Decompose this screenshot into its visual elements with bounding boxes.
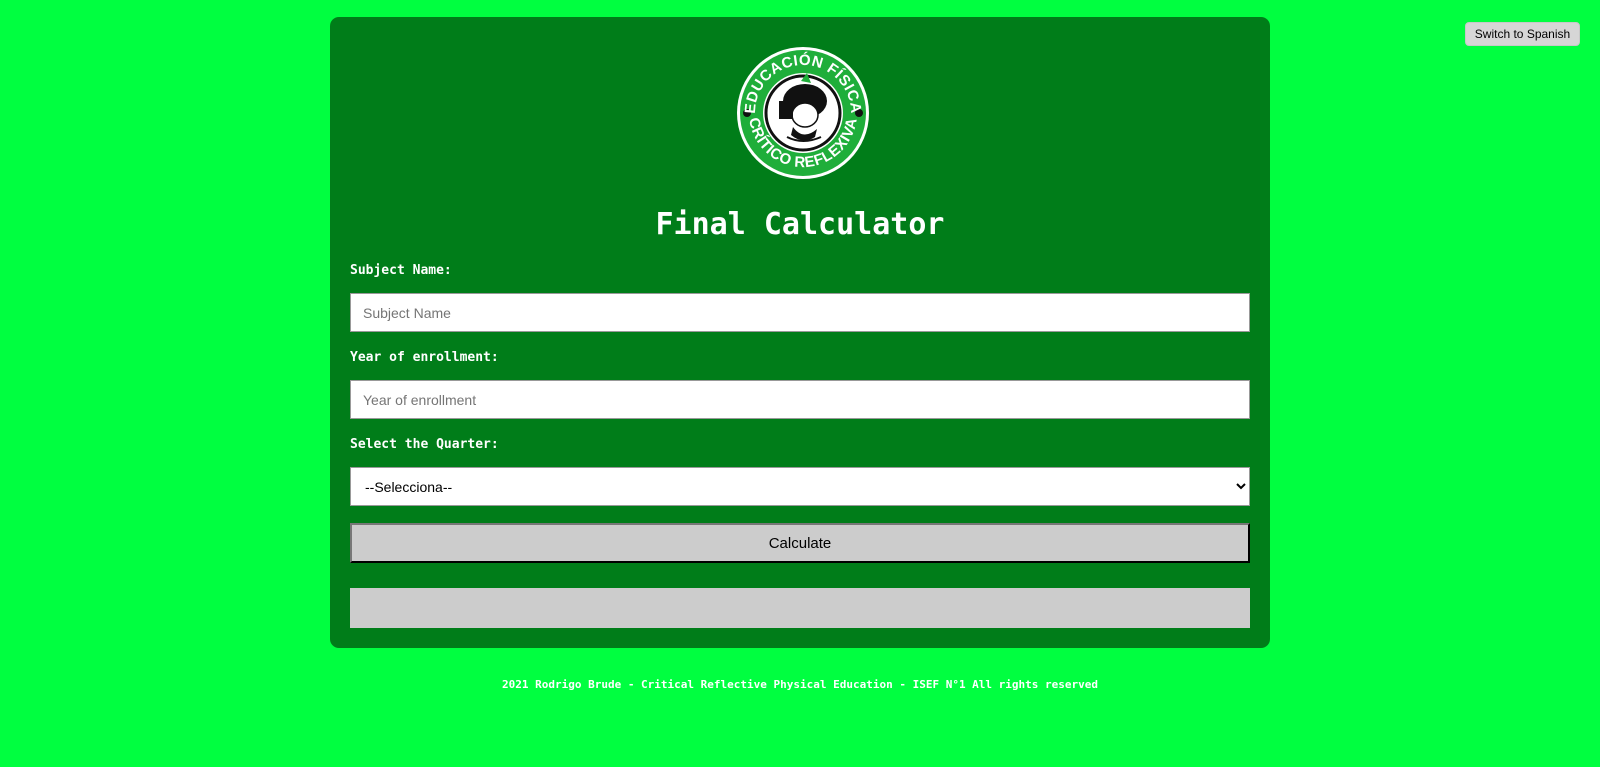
logo: EDUCACIÓN FÍSICA CRÍTICO REFLEXIVA — [735, 45, 871, 181]
year-of-enrollment-label: Year of enrollment: — [350, 350, 499, 365]
select-quarter-label: Select the Quarter: — [350, 437, 499, 452]
switch-language-button[interactable]: Switch to Spanish — [1465, 22, 1580, 46]
result-box — [350, 588, 1250, 628]
logo-emblem-icon: EDUCACIÓN FÍSICA CRÍTICO REFLEXIVA — [737, 47, 869, 179]
footer-text: 2021 Rodrigo Brude - Critical Reflective… — [501, 678, 1099, 691]
subject-name-label: Subject Name: — [350, 263, 452, 278]
subject-name-input[interactable] — [350, 293, 1250, 332]
year-of-enrollment-input[interactable] — [350, 380, 1250, 419]
quarter-select[interactable]: --Selecciona-- — [350, 467, 1250, 506]
page-title: Final Calculator — [655, 207, 945, 242]
calculate-button[interactable]: Calculate — [350, 523, 1250, 563]
calculator-card: EDUCACIÓN FÍSICA CRÍTICO REFLEXIVA Final… — [330, 17, 1270, 648]
